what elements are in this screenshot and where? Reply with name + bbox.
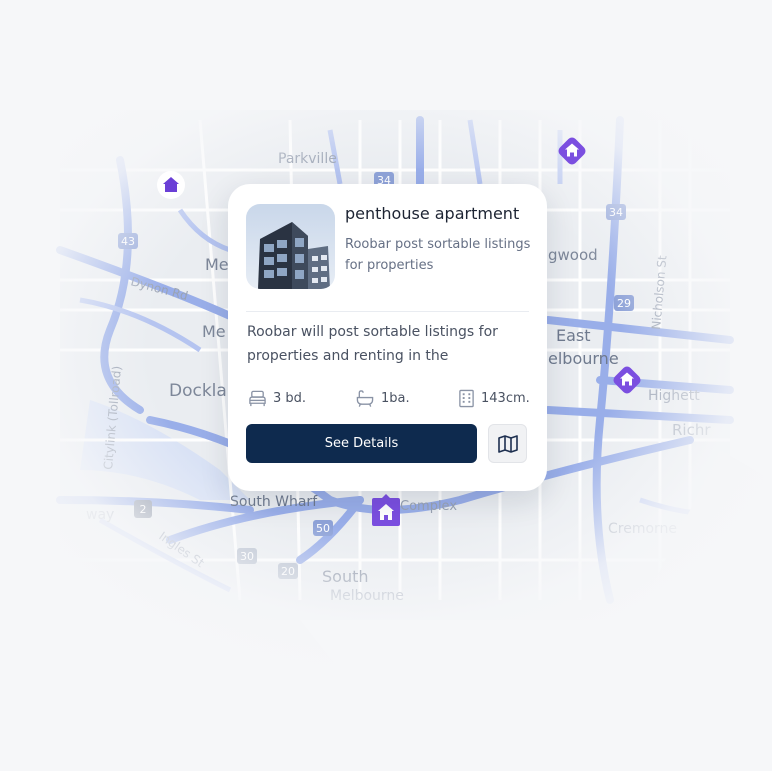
map-pin-home-3[interactable] bbox=[611, 364, 643, 396]
home-icon bbox=[558, 137, 586, 165]
area-value: 143cm. bbox=[481, 390, 530, 406]
map-label-melbourne-w: Me bbox=[205, 255, 229, 274]
map-pin-home-4[interactable] bbox=[368, 494, 404, 528]
home-icon bbox=[157, 171, 185, 199]
map-pin-home-2[interactable] bbox=[556, 135, 588, 167]
beds-value: 3 bd. bbox=[273, 390, 307, 406]
road-shield-34b: 34 bbox=[609, 206, 623, 219]
road-shield-30: 30 bbox=[240, 550, 254, 563]
feature-baths: 1ba. bbox=[355, 387, 410, 409]
road-shield-20: 20 bbox=[281, 565, 295, 578]
property-subtitle: Roobar post sortable listings for proper… bbox=[345, 237, 531, 273]
map-label-melbourne-w2: Me bbox=[202, 322, 226, 341]
map-label-parkville: Parkville bbox=[278, 151, 337, 167]
map-label-south-wharf: South Wharf bbox=[230, 494, 318, 510]
map-label-cremorne: Cremorne bbox=[608, 521, 677, 537]
map-label-rich: Richr bbox=[672, 421, 711, 439]
bathtub-icon bbox=[356, 389, 374, 407]
feature-area: 143cm. bbox=[458, 387, 530, 409]
see-details-button[interactable]: See Details bbox=[246, 424, 477, 463]
map-label-east-melbourne-1: East bbox=[556, 326, 591, 345]
baths-value: 1ba. bbox=[381, 390, 410, 406]
map-label-south-melbourne-1: South bbox=[322, 567, 369, 586]
map-label-docklands: Dockla bbox=[169, 381, 227, 401]
map-pin-home-1[interactable] bbox=[155, 169, 187, 201]
home-icon bbox=[372, 494, 400, 526]
building-icon bbox=[459, 389, 474, 407]
map-label-complex: Complex bbox=[400, 499, 457, 514]
property-thumbnail[interactable] bbox=[246, 204, 335, 289]
map-label-collingwood: gwood bbox=[548, 246, 598, 264]
map-label-east-melbourne-2: elbourne bbox=[548, 349, 619, 368]
property-title: penthouse apartment bbox=[345, 204, 520, 223]
map-label-way: way bbox=[86, 507, 114, 523]
road-shield-50: 50 bbox=[316, 522, 330, 535]
road-shield-43: 43 bbox=[121, 235, 135, 248]
property-card[interactable]: penthouse apartment Roobar post sortable… bbox=[228, 184, 547, 491]
road-shield-2: 2 bbox=[140, 503, 147, 516]
map-view-button[interactable] bbox=[488, 424, 527, 463]
feature-beds: 3 bd. bbox=[248, 387, 306, 409]
bed-icon bbox=[249, 390, 266, 406]
map-label-highett: Highett bbox=[648, 388, 700, 404]
map-icon bbox=[497, 434, 518, 453]
road-shield-29: 29 bbox=[617, 297, 631, 310]
card-divider bbox=[246, 311, 529, 312]
home-icon bbox=[613, 366, 641, 394]
map-label-south-melbourne-2: Melbourne bbox=[330, 588, 404, 604]
property-description: Roobar will post sortable listings for p… bbox=[247, 324, 498, 364]
